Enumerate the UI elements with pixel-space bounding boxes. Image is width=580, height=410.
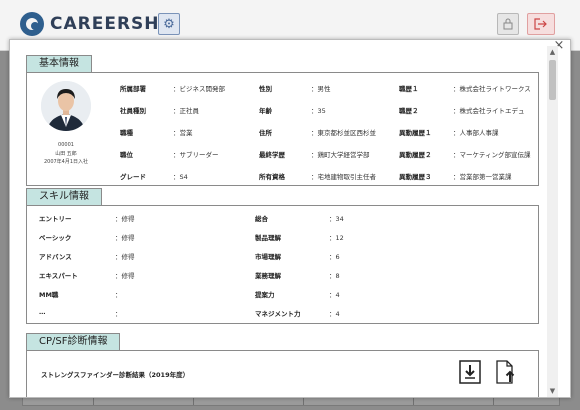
- skill-value: ：4: [329, 310, 340, 318]
- download-button[interactable]: [459, 360, 481, 384]
- field-label: 職歴２: [399, 107, 419, 115]
- field-value: ：鶏町大学経営学部: [311, 151, 370, 159]
- cpsf-title: CP/SF診断情報: [26, 333, 121, 350]
- upload-icon: [496, 360, 515, 384]
- field-value: ：マーケティング部宣伝課: [453, 151, 531, 159]
- field-value: ：ビジネス開発部: [173, 85, 225, 93]
- scrollbar-thumb[interactable]: [549, 60, 556, 100]
- modal-scroll-area[interactable]: 基本情報 00001 山田 五郎 2007年4月1日入社 所属部署 ：ビジネス開…: [10, 46, 570, 397]
- field-value: ：宅地建物取引主任者: [311, 173, 376, 181]
- field-label: 所有資格: [259, 173, 285, 181]
- basic-info-header: 基本情報: [26, 55, 539, 73]
- skill-value: ：修得: [115, 215, 135, 223]
- skill-label: マネジメント力: [255, 310, 301, 318]
- field-label: 住所: [259, 129, 272, 137]
- employee-join-date: 2007年4月1日入社: [43, 159, 89, 165]
- skill-info-header: スキル情報: [26, 188, 539, 206]
- lock-button[interactable]: [497, 13, 519, 35]
- field-label: 年齢: [259, 107, 272, 115]
- skill-info-section: スキル情報 エントリー ：修得 総合 ：34 ベーシック ：修得 製品理解 ：1…: [26, 188, 539, 324]
- basic-info-body: 00001 山田 五郎 2007年4月1日入社 所属部署 ：ビジネス開発部 性別…: [26, 73, 539, 186]
- skill-label: 総合: [255, 215, 268, 223]
- field-value: ：人事部人事課: [453, 129, 499, 137]
- skill-info-body: エントリー ：修得 総合 ：34 ベーシック ：修得 製品理解 ：12 アドバン…: [26, 206, 539, 324]
- skill-label: 市場理解: [255, 253, 281, 261]
- employee-detail-modal: × 基本情報 00001 山田 五郎 2007年4月1日入社 所属部署 ：ビジネ…: [9, 39, 571, 398]
- skill-value: ：4: [329, 291, 340, 299]
- skill-value: ：: [115, 291, 122, 299]
- field-label: 職種: [120, 129, 133, 137]
- brand[interactable]: CAREERSHIP: [20, 12, 180, 36]
- field-value: ：35: [311, 107, 326, 115]
- skill-value: ：: [115, 310, 122, 318]
- skill-value: ：修得: [115, 272, 135, 280]
- field-value: ：株式会社ライトエデュ: [453, 107, 525, 115]
- scroll-up-icon[interactable]: ▲: [547, 46, 558, 58]
- field-label: 職歴１: [399, 85, 419, 93]
- logout-button[interactable]: [527, 13, 555, 35]
- field-label: 最終学歴: [259, 151, 285, 159]
- field-value: ：東京都杉並区西杉並: [311, 129, 376, 137]
- avatar: [41, 81, 91, 131]
- field-value: ：株式会社ライトワークス: [453, 85, 531, 93]
- settings-button[interactable]: ⚙: [158, 13, 180, 35]
- skill-value: ：8: [329, 272, 340, 280]
- skill-label: 業務理解: [255, 272, 281, 280]
- skill-value: ：修得: [115, 253, 135, 261]
- field-value: ：男性: [311, 85, 331, 93]
- field-label: 性別: [259, 85, 272, 93]
- gear-icon: ⚙: [163, 16, 175, 32]
- skill-info-title: スキル情報: [26, 188, 102, 205]
- field-label: 異動履歴３: [399, 173, 432, 181]
- field-value: ：正社員: [173, 107, 199, 115]
- field-label: グレード: [120, 173, 146, 181]
- employee-id: 00001: [58, 142, 74, 148]
- modal-scrollbar[interactable]: ▲ ▼: [547, 46, 558, 397]
- skill-label: MM職: [39, 291, 59, 299]
- logout-icon: [534, 18, 547, 30]
- skill-label: 製品理解: [255, 234, 281, 242]
- person-photo-icon: [41, 81, 91, 131]
- strengths-finder-result-label: ストレングスファインダー診断結果（2019年度）: [41, 371, 190, 379]
- field-value: ：営業部第一営業課: [453, 173, 512, 181]
- lock-icon: [503, 18, 513, 30]
- field-value: ：営業: [173, 129, 193, 137]
- scroll-down-icon[interactable]: ▼: [547, 385, 558, 397]
- field-label: 異動履歴１: [399, 129, 432, 137]
- field-label: 異動履歴２: [399, 151, 432, 159]
- upload-button[interactable]: [495, 360, 515, 384]
- cpsf-body: ストレングスファインダー診断結果（2019年度）: [26, 351, 539, 397]
- skill-value: ：修得: [115, 234, 135, 242]
- field-label: 所属部署: [120, 85, 146, 93]
- brand-logo-icon: [20, 12, 44, 36]
- skill-label: 提案力: [255, 291, 275, 299]
- download-icon: [459, 360, 481, 384]
- skill-label: エントリー: [39, 215, 72, 223]
- cpsf-header: CP/SF診断情報: [26, 333, 539, 351]
- field-value: ：サブリーダー: [173, 151, 219, 159]
- field-label: 社員種別: [120, 107, 146, 115]
- skill-value: ：12: [329, 234, 344, 242]
- skill-label: エキスパート: [39, 272, 78, 280]
- skill-label: ベーシック: [39, 234, 72, 242]
- skill-value: ：6: [329, 253, 340, 261]
- field-label: 職位: [120, 151, 133, 159]
- field-value: ：S4: [173, 173, 188, 181]
- skill-label: …: [39, 308, 46, 316]
- skill-value: ：34: [329, 215, 344, 223]
- basic-info-section: 基本情報 00001 山田 五郎 2007年4月1日入社 所属部署 ：ビジネス開…: [26, 55, 539, 186]
- skill-label: アドバンス: [39, 253, 72, 261]
- employee-name: 山田 五郎: [55, 151, 77, 157]
- cpsf-section: CP/SF診断情報 ストレングスファインダー診断結果（2019年度）: [26, 333, 539, 397]
- basic-info-title: 基本情報: [26, 55, 92, 72]
